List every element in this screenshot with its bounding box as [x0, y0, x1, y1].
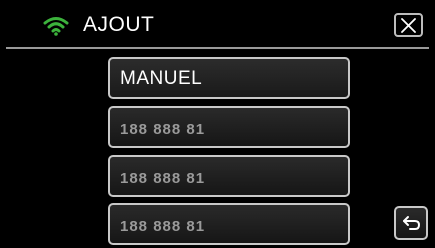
access-point-label: 188 888 81	[120, 218, 206, 235]
close-button[interactable]	[394, 13, 423, 37]
access-point-label: 188 888 81	[120, 121, 206, 138]
back-arrow-icon	[403, 216, 421, 230]
camera-screen: AJOUT MANUEL 188 888 81 188 888 81 188 8…	[0, 0, 435, 248]
back-button[interactable]	[394, 206, 428, 240]
page-title: AJOUT	[83, 13, 155, 36]
close-icon	[401, 18, 416, 33]
wifi-icon	[43, 17, 69, 36]
title-divider	[6, 47, 429, 49]
access-point-label: 188 888 81	[120, 170, 206, 187]
access-point-item[interactable]: 188 888 81	[108, 106, 350, 148]
access-point-item[interactable]: 188 888 81	[108, 203, 350, 245]
manual-button-label: MANUEL	[120, 68, 203, 89]
manual-button[interactable]: MANUEL	[108, 57, 350, 99]
access-point-item[interactable]: 188 888 81	[108, 155, 350, 197]
title-bar: AJOUT	[0, 0, 435, 46]
